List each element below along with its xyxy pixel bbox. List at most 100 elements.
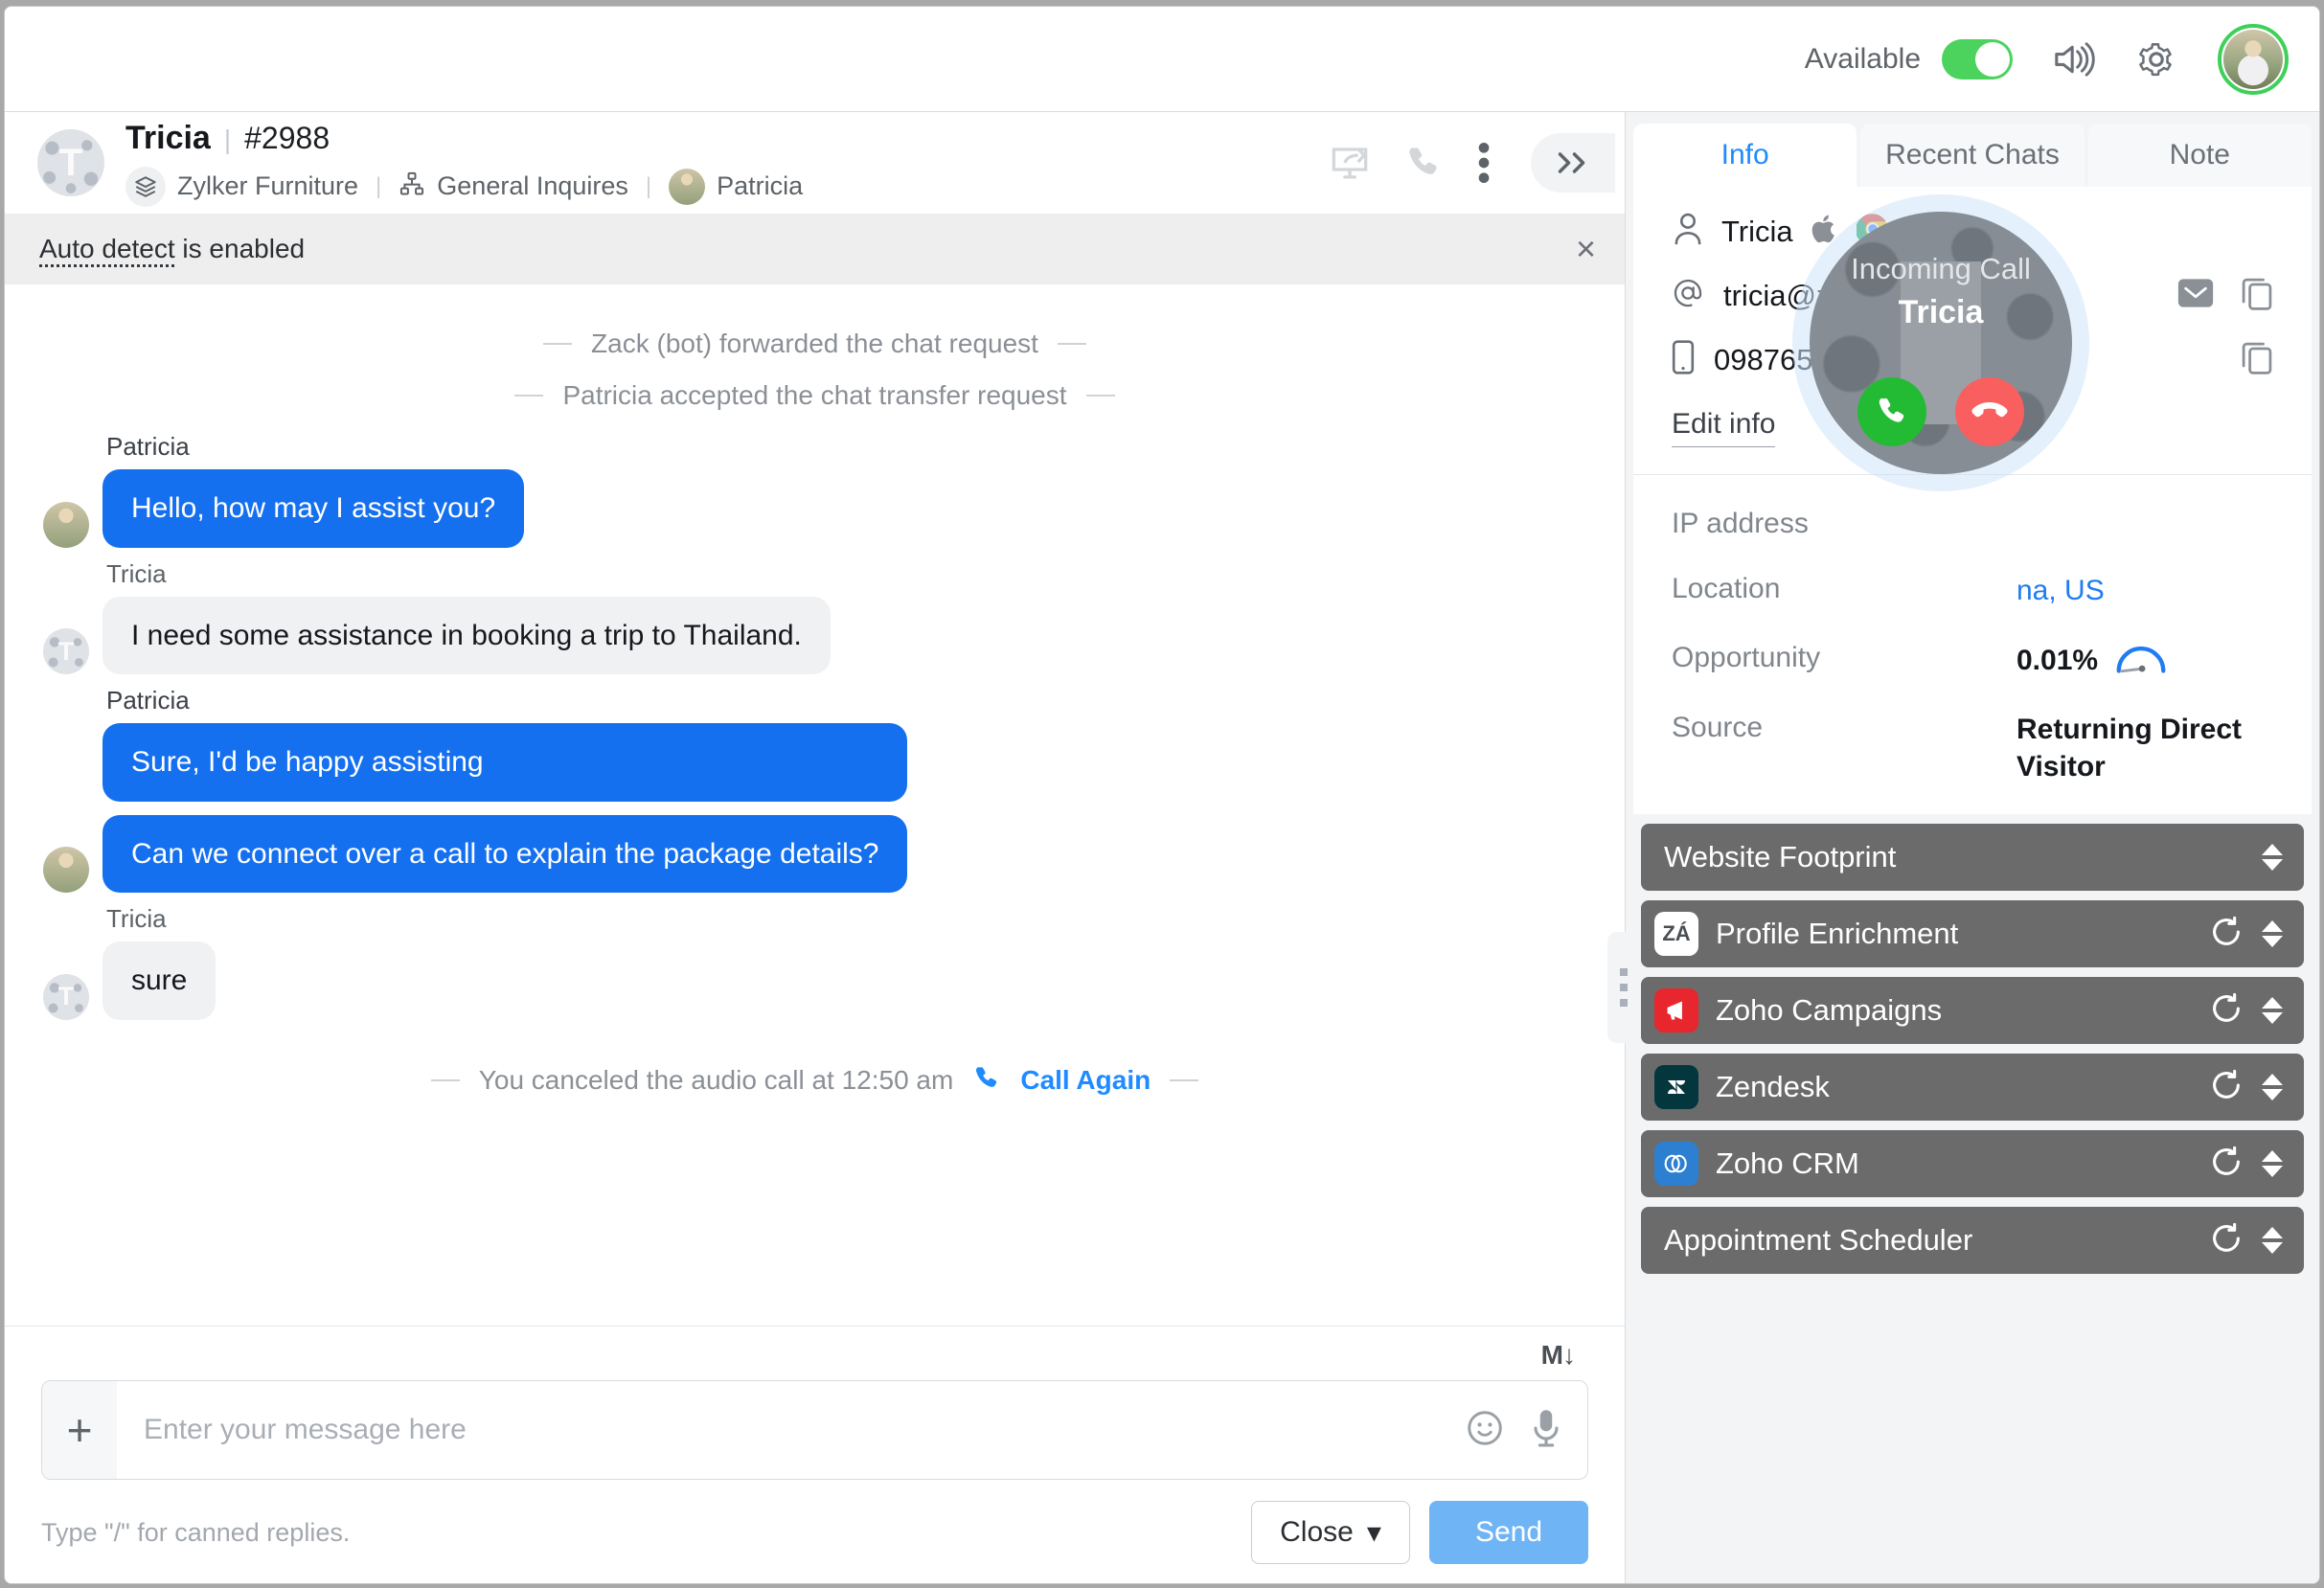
- message-group: Tricia I need some assistance in booking…: [43, 559, 1586, 675]
- accordion-actions: [2210, 992, 2283, 1030]
- accordion-label: Profile Enrichment: [1716, 917, 1958, 951]
- caret-up: [2262, 1227, 2283, 1238]
- attachment-plus-button[interactable]: +: [42, 1381, 117, 1479]
- field-value[interactable]: na, US: [2016, 573, 2105, 609]
- breadcrumb-agent[interactable]: Patricia: [717, 171, 803, 201]
- handle-dot: [1620, 968, 1628, 976]
- accordion-zendesk[interactable]: Zendesk: [1641, 1054, 2304, 1121]
- send-button[interactable]: Send: [1429, 1501, 1588, 1564]
- call-again-link[interactable]: Call Again: [1020, 1065, 1151, 1096]
- decline-call-button[interactable]: [1955, 377, 2024, 446]
- layers-icon[interactable]: [125, 167, 166, 207]
- phone-icon[interactable]: [1404, 144, 1443, 182]
- refresh-icon[interactable]: [2210, 992, 2243, 1030]
- expand-collapse-icon[interactable]: [2262, 997, 2283, 1024]
- incoming-call-buttons: [1857, 377, 2024, 446]
- markdown-row: M↓: [41, 1340, 1588, 1371]
- auto-detect-link[interactable]: Auto detect: [39, 234, 175, 263]
- accordion-zoho-campaigns[interactable]: Zoho Campaigns: [1641, 977, 2304, 1044]
- speaker-icon[interactable]: [2053, 40, 2095, 79]
- handle-dot: [1620, 999, 1628, 1007]
- edit-info-link[interactable]: Edit info: [1672, 408, 1775, 447]
- refresh-icon[interactable]: [2210, 1069, 2243, 1106]
- phone-icon: [972, 1064, 1001, 1098]
- avatar[interactable]: [2218, 24, 2289, 95]
- screen-share-icon[interactable]: [1330, 144, 1370, 182]
- field-value: 0.01%: [2016, 643, 2098, 679]
- canned-replies-hint: Type "/" for canned replies.: [41, 1518, 350, 1548]
- message-bubble: I need some assistance in booking a trip…: [103, 597, 831, 675]
- accordion-profile-enrichment[interactable]: ZÁ Profile Enrichment: [1641, 900, 2304, 967]
- message-row: sure: [43, 941, 1586, 1020]
- message-group: Patricia Hello, how may I assist you?: [43, 432, 1586, 548]
- message-avatar: [43, 974, 89, 1020]
- mobile-icon: [1672, 340, 1695, 379]
- accordion-website-footprint[interactable]: Website Footprint: [1641, 824, 2304, 891]
- smiley-icon[interactable]: [1465, 1408, 1505, 1453]
- expand-collapse-icon[interactable]: [2262, 1227, 2283, 1254]
- breadcrumb-department[interactable]: Zylker Furniture: [177, 171, 358, 201]
- envelope-icon[interactable]: [2177, 278, 2214, 313]
- caret-down: [2262, 936, 2283, 947]
- field-label: IP address: [1672, 508, 2016, 540]
- composer-buttons: Close ▾ Send: [1251, 1501, 1588, 1564]
- message-row: I need some assistance in booking a trip…: [43, 597, 1586, 675]
- expand-collapse-icon[interactable]: [2262, 1150, 2283, 1177]
- system-event-text: Zack (bot) forwarded the chat request: [591, 329, 1038, 359]
- copy-icon[interactable]: [2241, 340, 2273, 379]
- expand-collapse-icon[interactable]: [2262, 1074, 2283, 1100]
- crm-icon: [1654, 1142, 1698, 1186]
- avatar-image: [2223, 30, 2283, 89]
- chat-header-text: Tricia | #2988 Zylker Furniture | Ge: [125, 120, 803, 207]
- close-button[interactable]: Close ▾: [1251, 1501, 1410, 1564]
- chat-pane: Tricia | #2988 Zylker Furniture | Ge: [5, 112, 1626, 1583]
- toggle-knob: [1975, 42, 2010, 77]
- expand-panel-button[interactable]: [1531, 133, 1615, 193]
- zia-icon: ZÁ: [1654, 912, 1698, 956]
- field-label: Location: [1672, 573, 2016, 605]
- message-bubble: Sure, I'd be happy assisting: [103, 723, 907, 802]
- close-icon[interactable]: ×: [1576, 232, 1596, 266]
- incoming-call-title: Incoming Call: [1851, 252, 2031, 286]
- tab-recent-chats[interactable]: Recent Chats: [1860, 124, 2084, 187]
- refresh-icon[interactable]: [2210, 916, 2243, 953]
- availability-control[interactable]: Available: [1805, 39, 2013, 79]
- markdown-icon[interactable]: M↓: [1541, 1340, 1575, 1371]
- visitor-name: Tricia: [1721, 215, 1793, 249]
- breadcrumb-category[interactable]: General Inquires: [437, 171, 628, 201]
- refresh-icon[interactable]: [2210, 1222, 2243, 1259]
- accordion-actions: [2210, 1146, 2283, 1183]
- auto-detect-banner: Auto detect is enabled ×: [5, 214, 1625, 284]
- expand-collapse-icon[interactable]: [2262, 920, 2283, 947]
- field-source: Source Returning Direct Visitor: [1672, 712, 2273, 785]
- tab-note[interactable]: Note: [2088, 124, 2312, 187]
- gear-icon[interactable]: [2135, 38, 2177, 80]
- tab-info[interactable]: Info: [1633, 124, 1857, 187]
- message-author: Tricia: [106, 904, 1586, 934]
- more-vertical-icon[interactable]: [1477, 142, 1491, 184]
- field-label: Opportunity: [1672, 642, 2016, 674]
- message-author: Patricia: [106, 432, 1586, 462]
- system-event: Patricia accepted the chat transfer requ…: [43, 380, 1586, 411]
- accept-call-button[interactable]: [1857, 377, 1926, 446]
- accordion-label: Zoho Campaigns: [1716, 993, 1942, 1028]
- message-input-wrap: +: [41, 1380, 1588, 1480]
- microphone-icon[interactable]: [1530, 1407, 1562, 1454]
- accordion-appointment-scheduler[interactable]: Appointment Scheduler: [1641, 1207, 2304, 1274]
- copy-icon[interactable]: [2241, 276, 2273, 315]
- agent-avatar-small: [669, 169, 705, 205]
- message-input[interactable]: [117, 1381, 1465, 1479]
- availability-toggle[interactable]: [1942, 39, 2013, 79]
- panel-resize-handle[interactable]: [1607, 932, 1640, 1043]
- accordion-zoho-crm[interactable]: Zoho CRM: [1641, 1130, 2304, 1197]
- chat-header: Tricia | #2988 Zylker Furniture | Ge: [5, 112, 1625, 214]
- expand-collapse-icon[interactable]: [2262, 844, 2283, 871]
- accordion-label: Zoho CRM: [1716, 1146, 1859, 1181]
- page-title: Tricia: [125, 120, 211, 157]
- system-event-text: Patricia accepted the chat transfer requ…: [562, 380, 1066, 411]
- system-event: Zack (bot) forwarded the chat request: [43, 329, 1586, 359]
- title-separator: |: [224, 125, 231, 155]
- chevron-down-icon: ▾: [1367, 1516, 1381, 1550]
- refresh-icon[interactable]: [2210, 1146, 2243, 1183]
- caret-up: [2262, 920, 2283, 932]
